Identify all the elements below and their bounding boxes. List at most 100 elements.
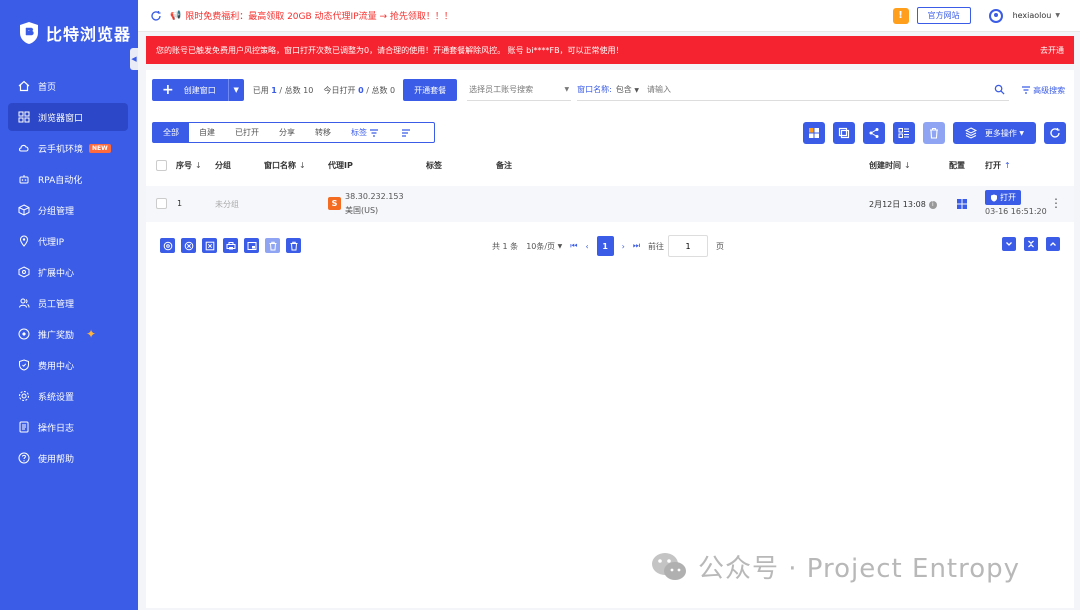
tab-opened[interactable]: 已打开 (225, 123, 269, 142)
page-number-current[interactable]: 1 (596, 236, 614, 256)
tab-tags-label: 标签 (351, 128, 367, 137)
bulk-clear-button[interactable] (202, 238, 217, 253)
table-row[interactable]: 1 未分组 S 38.30.232.153 美国(US) 2月12日 13:08… (146, 186, 1074, 222)
scroll-up-button[interactable] (1046, 237, 1060, 251)
create-window-main[interactable]: + 创建窗口 (152, 79, 228, 101)
open-window-chip[interactable]: 打开 (985, 190, 1021, 205)
bulk-print-button[interactable] (223, 238, 238, 253)
info-icon[interactable]: i (928, 200, 937, 209)
match-mode-select[interactable]: 包含 ▼ (616, 84, 639, 95)
new-badge: NEW (89, 143, 111, 153)
create-window-dropdown[interactable]: ▼ (227, 79, 244, 101)
activate-link[interactable]: 去开通 (1040, 45, 1064, 56)
bulk-open-button[interactable] (160, 238, 175, 253)
bulk-delete-button[interactable] (265, 238, 280, 253)
sidebar-item-settings[interactable]: 系统设置 (8, 382, 128, 410)
select-all-checkbox[interactable] (156, 160, 167, 171)
sidebar-item-browser-windows[interactable]: 浏览器窗口 (8, 103, 128, 131)
page-size-select[interactable]: 10条/页 ▼ (526, 241, 562, 252)
chevron-down-icon: ▼ (1019, 129, 1024, 137)
search-icon[interactable] (994, 84, 1005, 95)
advanced-search-button[interactable]: 高级搜索 (1021, 85, 1065, 96)
open-package-button[interactable]: 开通套餐 (403, 79, 458, 101)
total-count: 共 1 条 (492, 241, 519, 251)
sidebar-item-cloud-phone[interactable]: 云手机环境 NEW (8, 134, 128, 162)
header-note: 备注 (496, 161, 512, 170)
promo-link[interactable]: 📢 限时免费福利：最高领取 20GB 动态代理IP流量 → 抢先领取！！！ (170, 9, 453, 23)
match-mode-value: 包含 (615, 85, 632, 94)
sidebar-item-proxy-ip[interactable]: 代理IP (8, 227, 128, 255)
sidebar-item-staff[interactable]: 员工管理 (8, 289, 128, 317)
sidebar-item-help[interactable]: 使用帮助 (8, 444, 128, 472)
window-name-search: 窗口名称: 包含 ▼ (577, 79, 1010, 101)
window-name-label: 窗口名称: (577, 85, 612, 94)
username[interactable]: hexiaolou (1013, 11, 1052, 20)
staff-account-select[interactable]: 选择员工账号搜索 ▼ (467, 79, 572, 101)
tab-all[interactable]: 全部 (153, 123, 189, 142)
bulk-close-button[interactable] (181, 238, 196, 253)
shield-icon (18, 359, 30, 371)
sidebar-collapse-button[interactable]: ◀ (130, 48, 138, 70)
megaphone-icon: 📢 (170, 10, 182, 21)
open-window-button[interactable]: 打开 (985, 190, 1021, 205)
sidebar-item-referral-reward[interactable]: 推广奖励 ✦ (8, 320, 128, 348)
refresh-list-button[interactable] (1044, 122, 1066, 144)
sidebar-item-extensions[interactable]: 扩展中心 (8, 258, 128, 286)
list-view-button[interactable] (892, 122, 915, 144)
copy-icon (838, 127, 849, 139)
header-open[interactable]: 打开 ↑ (985, 160, 1011, 171)
plus-icon: + (162, 82, 174, 98)
goto-page-input[interactable] (668, 235, 709, 257)
sidebar-item-home[interactable]: 首页 (8, 72, 128, 100)
logo[interactable]: 比特浏览器 (0, 0, 138, 66)
create-window-label: 创建窗口 (183, 85, 216, 95)
sort-toggle[interactable] (389, 123, 421, 142)
layout-grid-button[interactable] (802, 122, 825, 144)
layers-icon (964, 127, 977, 139)
sidebar-item-billing[interactable]: 费用中心 (8, 351, 128, 379)
sort-down-icon: ↓ (904, 161, 911, 170)
shield-icon (991, 194, 997, 201)
bitbrowser-logo-icon (20, 22, 38, 44)
next-page-icon[interactable]: › (622, 242, 625, 251)
prev-page-icon[interactable]: ‹ (585, 242, 588, 251)
chevron-down-icon[interactable]: ▼ (1055, 12, 1060, 19)
row-checkbox[interactable] (156, 198, 167, 209)
sidebar-item-label: RPA自动化 (38, 175, 83, 186)
sidebar-item-operation-log[interactable]: 操作日志 (8, 413, 128, 441)
delete-button[interactable] (922, 122, 945, 144)
page-size-value: 10条/页 (526, 241, 556, 251)
search-input[interactable] (646, 85, 967, 94)
tab-shared[interactable]: 分享 (269, 123, 305, 142)
more-actions-button[interactable]: 更多操作 ▼ (952, 122, 1036, 144)
bulk-recycle-button[interactable] (286, 238, 301, 253)
sidebar-item-rpa[interactable]: RPA自动化 (8, 165, 128, 193)
usage-info: 已用 1 / 总数 10 今日打开 0 / 总数 0 (253, 85, 395, 96)
row-seq: 1 (177, 199, 183, 208)
share-button[interactable] (862, 122, 885, 144)
refresh-icon[interactable] (150, 10, 162, 22)
row-created: 2月12日 13:08 i (869, 199, 937, 210)
warning-icon[interactable]: ! (892, 7, 909, 24)
last-page-icon[interactable]: ⏭ (633, 241, 640, 251)
sidebar-item-group-management[interactable]: 分组管理 (8, 196, 128, 224)
header-seq[interactable]: 序号 ↓ (176, 160, 202, 171)
row-more-menu-icon[interactable]: ⋮ (1050, 196, 1062, 210)
collapse-expand-button[interactable] (1024, 237, 1038, 251)
avatar[interactable] (988, 8, 1003, 23)
header-window-name[interactable]: 窗口名称 ↓ (264, 160, 306, 171)
sidebar-item-label: 使用帮助 (38, 454, 75, 465)
bulk-window-button[interactable] (244, 238, 259, 253)
header-created[interactable]: 创建时间 ↓ (869, 160, 911, 171)
tab-self-created[interactable]: 自建 (189, 123, 225, 142)
robot-icon (18, 173, 30, 185)
location-icon (18, 235, 30, 247)
first-page-icon[interactable]: ⏮ (570, 241, 577, 251)
tab-tags[interactable]: 标签 (341, 123, 389, 142)
tab-transferred[interactable]: 转移 (305, 123, 341, 142)
trash-icon (269, 241, 276, 250)
official-site-button[interactable]: 官方网站 (916, 7, 971, 24)
copy-window-button[interactable] (832, 122, 855, 144)
create-window-button[interactable]: + 创建窗口 ▼ (152, 79, 244, 101)
expand-down-button[interactable] (1002, 237, 1016, 251)
